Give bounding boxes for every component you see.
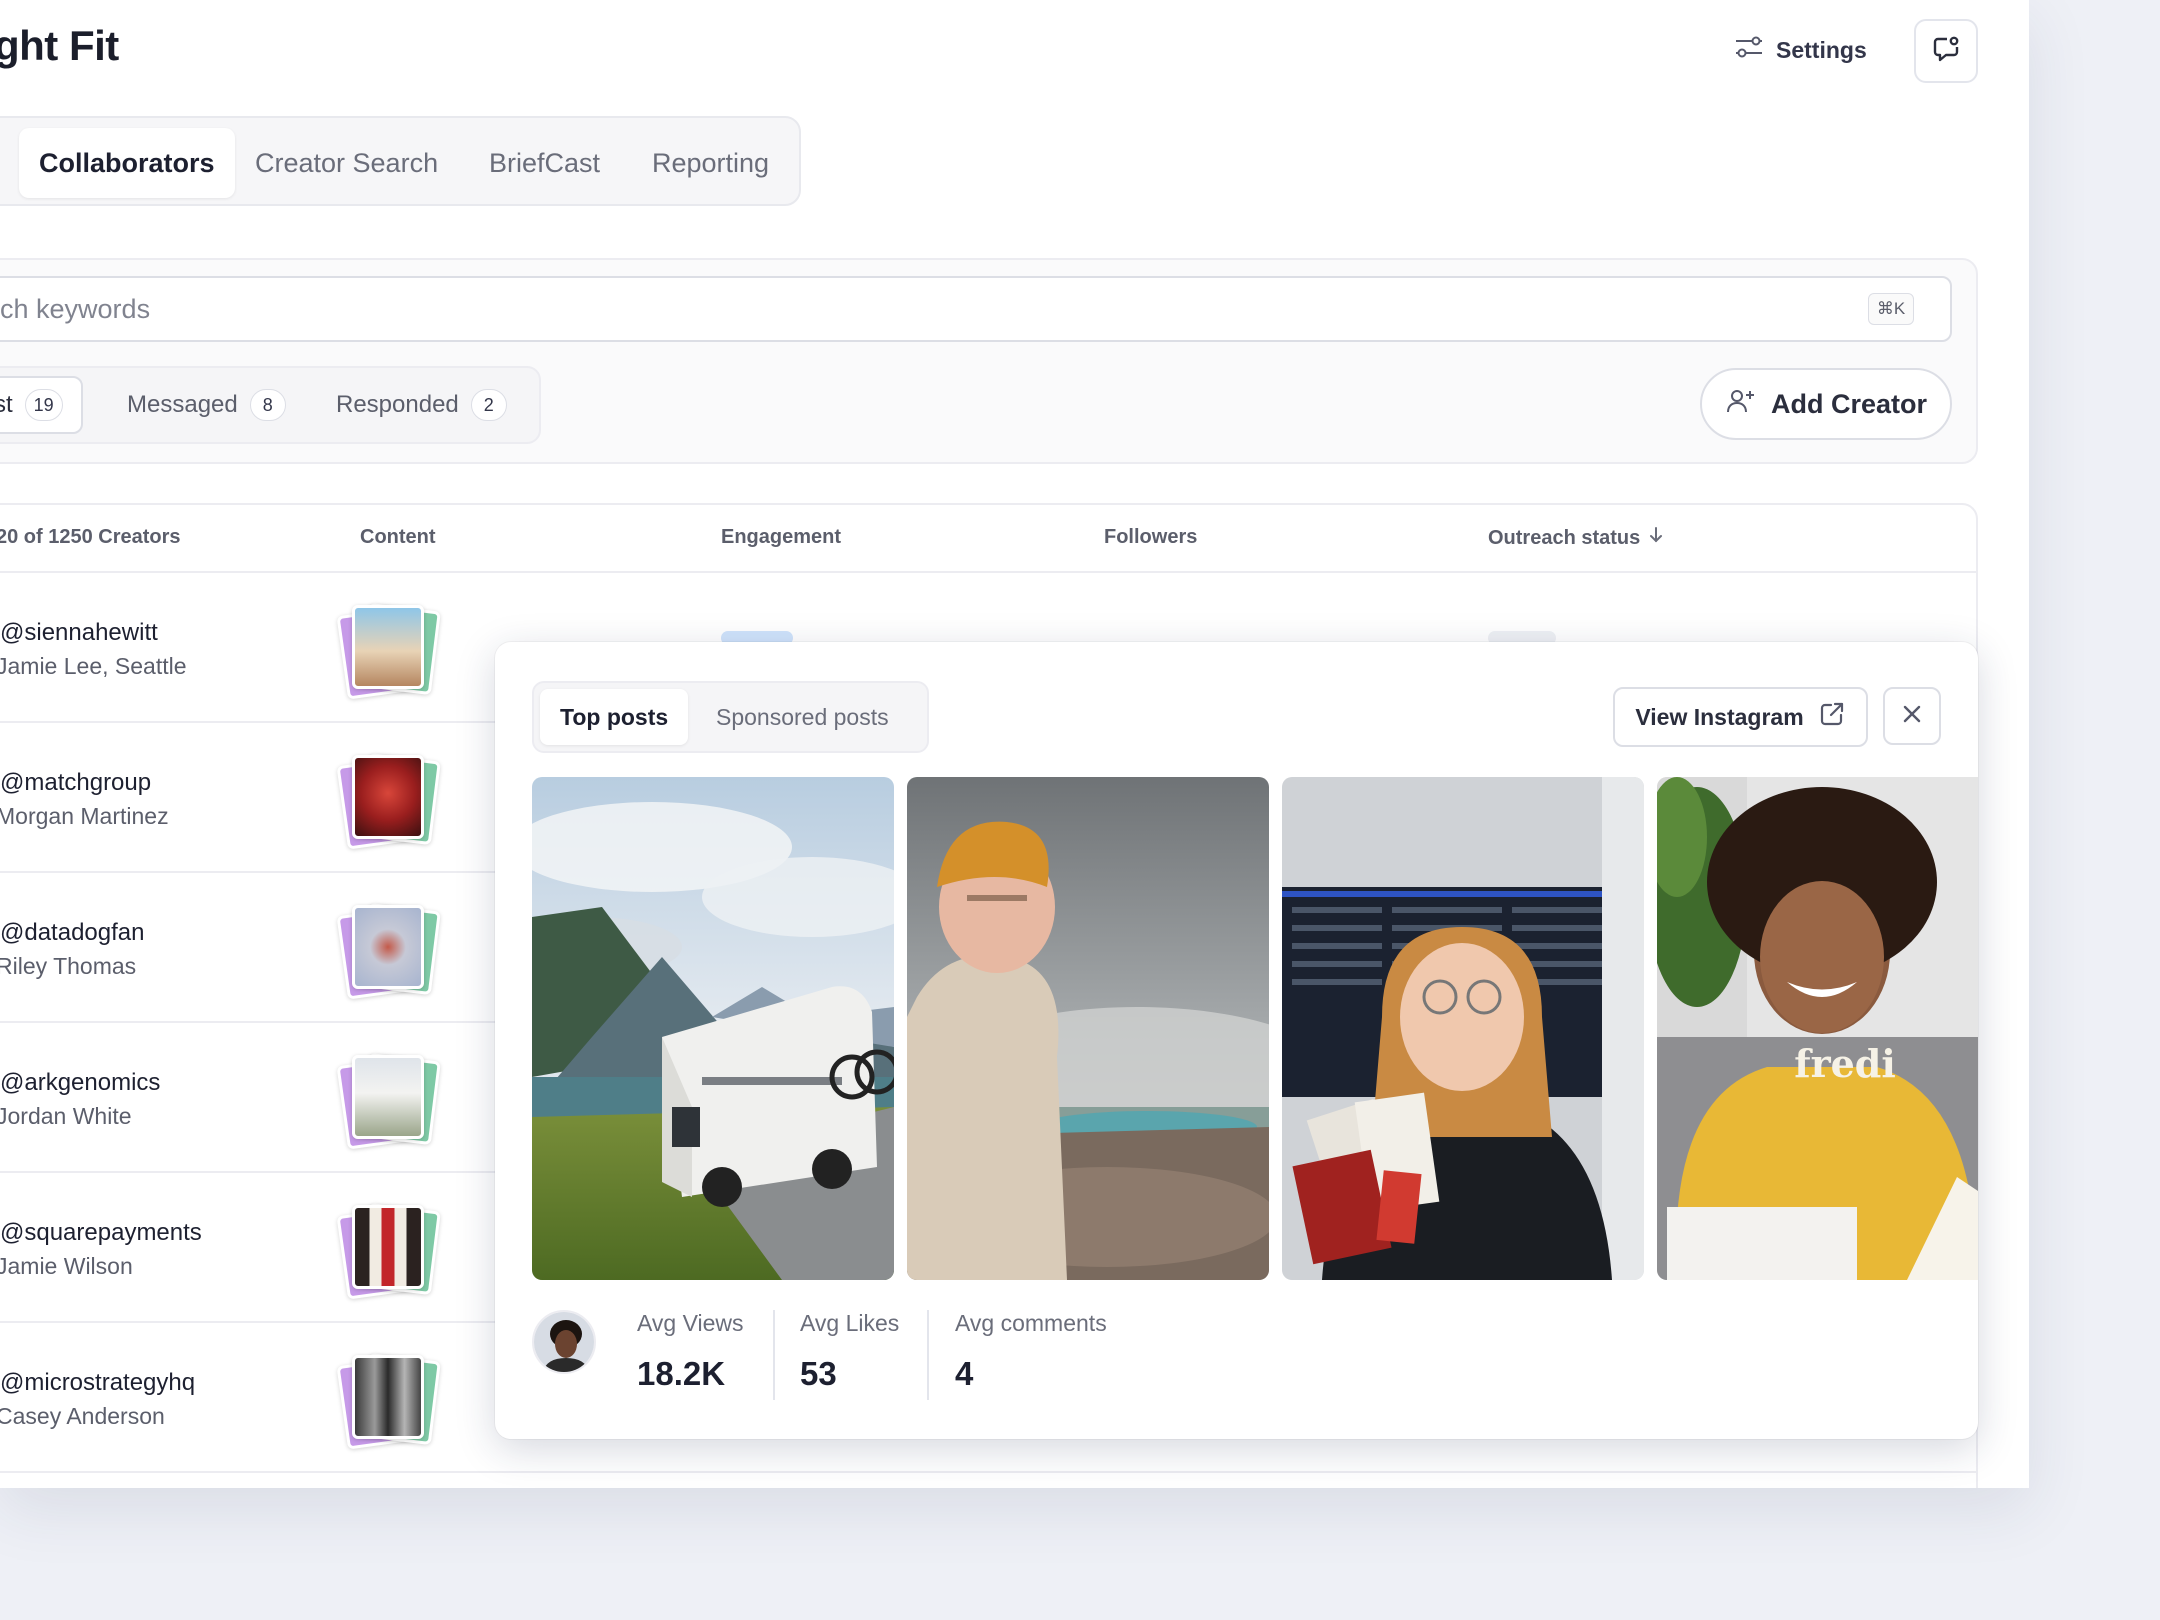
stat-value: 53 xyxy=(800,1355,837,1392)
column-header-creators: 20 of 1250 Creators xyxy=(0,526,181,548)
external-link-icon xyxy=(1818,700,1846,734)
segment-count: 2 xyxy=(470,389,507,421)
close-popover-button[interactable] xyxy=(1883,687,1941,745)
thumbnail-front xyxy=(352,1355,424,1439)
segment-messaged[interactable]: Messaged 8 xyxy=(127,376,286,434)
creator-name: Jordan White xyxy=(0,1103,132,1129)
search-box: ⌘K xyxy=(0,276,1952,342)
app-window: ght Fit Settings Collaborators Creator S… xyxy=(0,0,2029,1488)
creator-handle[interactable]: @arkgenomics xyxy=(0,1069,160,1097)
post-image-man-geyser[interactable] xyxy=(907,777,1269,1280)
stat-avg-likes: Avg Likes 53 xyxy=(800,1310,899,1393)
creator-handle[interactable]: @siennahewitt xyxy=(0,619,158,647)
tab-briefcast[interactable]: BriefCast xyxy=(489,128,600,198)
tab-top-posts[interactable]: Top posts xyxy=(540,689,689,745)
thumbnail-front xyxy=(352,605,424,689)
stat-avg-comments: Avg comments 4 xyxy=(955,1310,1107,1393)
messages-button[interactable] xyxy=(1914,19,1978,83)
creator-name: Riley Thomas xyxy=(0,953,137,979)
segment-label: Responded xyxy=(336,391,459,418)
avatar xyxy=(532,1310,596,1374)
content-thumbnails[interactable] xyxy=(336,751,441,850)
content-thumbnails[interactable] xyxy=(336,1351,441,1450)
user-plus-icon xyxy=(1725,385,1757,424)
tab-sponsored-posts[interactable]: Sponsored posts xyxy=(716,689,889,745)
column-header-label: Outreach status xyxy=(1488,526,1641,549)
tab-collaborators[interactable]: Collaborators xyxy=(19,128,235,198)
stat-value: 18.2K xyxy=(637,1355,726,1392)
tab-creator-search[interactable]: Creator Search xyxy=(255,128,438,198)
post-image-camper-van[interactable] xyxy=(532,777,894,1280)
stat-divider xyxy=(927,1310,929,1400)
stat-avg-views: Avg Views 18.2K xyxy=(637,1310,744,1393)
content-thumbnails[interactable] xyxy=(336,601,441,700)
post-image-woman-sweatshirt[interactable]: fredi xyxy=(1657,777,1978,1280)
main-tabs: Collaborators Creator Search BriefCast R… xyxy=(0,116,801,206)
segment-count: 19 xyxy=(24,389,63,421)
stat-label: Avg comments xyxy=(955,1310,1107,1336)
column-header-outreach-status[interactable]: Outreach status xyxy=(1488,526,1664,550)
segment-responded[interactable]: Responded 2 xyxy=(336,376,507,434)
segment-count: 8 xyxy=(249,389,286,421)
stat-divider xyxy=(773,1310,775,1400)
content-thumbnails[interactable] xyxy=(336,901,441,1000)
content-thumbnails[interactable] xyxy=(336,1051,441,1150)
add-creator-label: Add Creator xyxy=(1770,388,1927,419)
column-header-engagement[interactable]: Engagement xyxy=(721,526,841,549)
segment-label: st xyxy=(0,391,13,418)
top-posts-popover: Top posts Sponsored posts View Instagram xyxy=(495,642,1978,1439)
post-image-woman-airport[interactable] xyxy=(1282,777,1644,1280)
message-notification-icon xyxy=(1931,34,1961,69)
arrow-down-icon xyxy=(1648,526,1664,550)
popover-tabs: Top posts Sponsored posts xyxy=(532,681,929,753)
creator-name: Jamie Wilson xyxy=(0,1253,133,1279)
stat-label: Avg Likes xyxy=(800,1310,900,1336)
creator-handle[interactable]: @squarepayments xyxy=(0,1219,202,1247)
thumbnail-front xyxy=(352,905,424,989)
column-header-content[interactable]: Content xyxy=(360,526,436,549)
shortcut-badge: ⌘K xyxy=(1868,293,1914,325)
view-instagram-button[interactable]: View Instagram xyxy=(1613,687,1868,747)
column-header-followers[interactable]: Followers xyxy=(1104,526,1197,549)
content-thumbnails[interactable] xyxy=(336,1201,441,1300)
thumbnail-front xyxy=(352,755,424,839)
creator-name: Casey Anderson xyxy=(0,1403,165,1429)
creator-handle[interactable]: @matchgroup xyxy=(0,769,151,797)
view-instagram-label: View Instagram xyxy=(1635,703,1804,730)
settings-label: Settings xyxy=(1776,36,1867,63)
add-creator-button[interactable]: Add Creator xyxy=(1700,368,1952,440)
close-icon xyxy=(1900,702,1924,731)
segment-label: Messaged xyxy=(127,391,238,418)
creator-handle[interactable]: @microstrategyhq xyxy=(0,1369,195,1397)
sliders-icon xyxy=(1734,35,1764,65)
stat-value: 4 xyxy=(955,1355,974,1392)
creator-handle[interactable]: @datadogfan xyxy=(0,919,144,947)
thumbnail-front xyxy=(352,1205,424,1289)
status-segments: st 19 Messaged 8 Responded 2 xyxy=(0,366,541,444)
settings-button[interactable]: Settings xyxy=(1734,32,1867,68)
page-title: ght Fit xyxy=(0,22,119,69)
tab-reporting[interactable]: Reporting xyxy=(652,128,769,198)
segment-list[interactable]: st 19 xyxy=(0,376,83,434)
search-input[interactable] xyxy=(0,278,1856,340)
creator-name: Jamie Lee, Seattle xyxy=(0,653,187,679)
stat-label: Avg Views xyxy=(637,1310,744,1336)
thumbnail-front xyxy=(352,1055,424,1139)
creator-name: Morgan Martinez xyxy=(0,803,169,829)
sweatshirt-brand-text: fredi xyxy=(1794,1041,1896,1086)
